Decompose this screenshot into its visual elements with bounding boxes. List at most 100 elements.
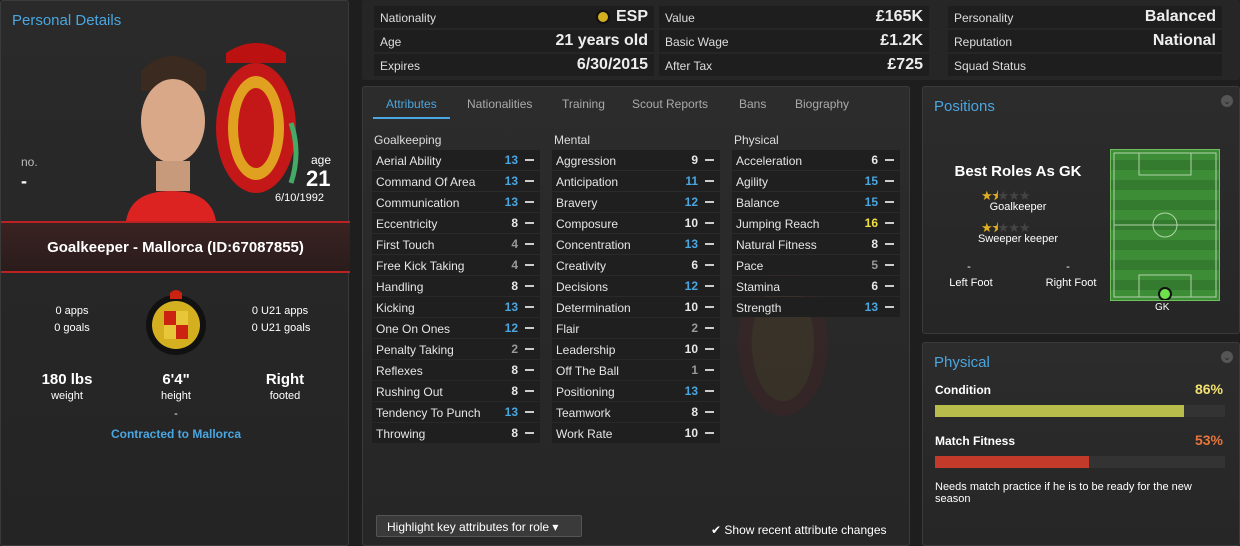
attribute-row[interactable]: Positioning 13: [552, 381, 720, 401]
show-recent-checkbox[interactable]: ✔ Show recent attribute changes: [711, 523, 887, 537]
attribute-row[interactable]: Off The Ball 1: [552, 360, 720, 380]
attribute-row[interactable]: Penalty Taking 2: [372, 339, 540, 359]
age-top-value: 21 years old: [555, 32, 649, 49]
nationality-value[interactable]: ESP: [616, 8, 648, 26]
shirt-number-label: no.: [21, 155, 38, 169]
expires-label: Expires: [380, 59, 421, 73]
attribute-row[interactable]: Anticipation 11: [552, 171, 720, 191]
attribute-row[interactable]: Creativity 6: [552, 255, 720, 275]
highlight-role-button[interactable]: Highlight key attributes for role ▾: [376, 515, 582, 537]
attribute-name: Composure: [556, 217, 619, 231]
tab-nationalities[interactable]: Nationalities: [467, 97, 532, 111]
tab-scout-reports[interactable]: Scout Reports: [632, 97, 708, 111]
attribute-value: 15: [864, 174, 878, 188]
reputation-value: National: [1152, 32, 1216, 49]
attribute-name: Jumping Reach: [736, 217, 820, 231]
condition-label: Condition: [935, 383, 991, 397]
flag-icon: [596, 10, 610, 24]
attribute-row[interactable]: Bravery 12: [552, 192, 720, 212]
attribute-row[interactable]: Determination 10: [552, 297, 720, 317]
attribute-name: Free Kick Taking: [376, 259, 465, 273]
height-value: 6'4": [162, 371, 190, 388]
gk-position-label: GK: [1155, 302, 1170, 313]
attribute-row[interactable]: Teamwork 8: [552, 402, 720, 422]
tab-training[interactable]: Training: [562, 97, 605, 111]
attribute-value: 4: [511, 237, 518, 251]
attribute-row[interactable]: Acceleration 6: [732, 150, 900, 170]
attribute-name: Aggression: [556, 154, 617, 168]
attribute-row[interactable]: Rushing Out 8: [372, 381, 540, 401]
tab-biography[interactable]: Biography: [795, 97, 849, 111]
wage-label: Basic Wage: [665, 35, 729, 49]
attribute-value: 13: [504, 300, 518, 314]
attribute-name: Rushing Out: [376, 385, 443, 399]
tab-bans[interactable]: Bans: [739, 97, 766, 111]
attribute-row[interactable]: One On Ones 12: [372, 318, 540, 338]
attribute-row[interactable]: Tendency To Punch 13: [372, 402, 540, 422]
fitness-bar: [935, 456, 1225, 468]
attribute-row[interactable]: Balance 15: [732, 192, 900, 212]
shirt-number-value: -: [21, 171, 27, 191]
attribute-name: Tendency To Punch: [376, 406, 481, 420]
attribute-row[interactable]: Natural Fitness 8: [732, 234, 900, 254]
nationality-row: Nationality ESP: [374, 6, 654, 28]
fitness-label: Match Fitness: [935, 434, 1016, 448]
attribute-row[interactable]: First Touch 4: [372, 234, 540, 254]
attribute-value: 6: [691, 258, 698, 272]
attribute-row[interactable]: Agility 15: [732, 171, 900, 191]
age-value: 21: [306, 166, 331, 191]
value-row: Value £165K: [659, 6, 929, 28]
condition-bar-fill: [935, 405, 1185, 417]
no-change-icon: [525, 411, 534, 413]
attribute-row[interactable]: Work Rate 10: [552, 423, 720, 443]
attribute-name: Eccentricity: [376, 217, 438, 231]
attribute-row[interactable]: Communication 13: [372, 192, 540, 212]
attribute-row[interactable]: Pace 5: [732, 255, 900, 275]
attribute-row[interactable]: Flair 2: [552, 318, 720, 338]
attribute-name: Positioning: [556, 385, 615, 399]
collapse-icon[interactable]: ⌄: [1221, 351, 1233, 363]
attribute-row[interactable]: Jumping Reach 16: [732, 213, 900, 233]
age-top-label: Age: [380, 35, 402, 49]
attribute-row[interactable]: Decisions 12: [552, 276, 720, 296]
attribute-row[interactable]: Handling 8: [372, 276, 540, 296]
attribute-name: Pace: [736, 259, 764, 273]
personality-value: Balanced: [1144, 8, 1216, 25]
attribute-row[interactable]: Free Kick Taking 4: [372, 255, 540, 275]
attribute-row[interactable]: Eccentricity 8: [372, 213, 540, 233]
attribute-row[interactable]: Kicking 13: [372, 297, 540, 317]
value-value: £165K: [875, 8, 923, 25]
role-band: Goalkeeper - Mallorca (ID:67087855): [1, 221, 350, 273]
top-info-bar: Nationality ESP Age 21 years old Expires…: [362, 0, 1240, 80]
attribute-name: Concentration: [556, 238, 631, 252]
attribute-name: One On Ones: [376, 322, 451, 336]
attribute-row[interactable]: Leadership 10: [552, 339, 720, 359]
attribute-row[interactable]: Strength 13: [732, 297, 900, 317]
attribute-value: 13: [504, 405, 518, 419]
attribute-value: 13: [684, 384, 698, 398]
tab-attributes[interactable]: Attributes: [373, 97, 450, 119]
physical-title: Physical: [934, 354, 990, 371]
attribute-row[interactable]: Concentration 13: [552, 234, 720, 254]
club-crest-icon: [216, 43, 299, 193]
no-change-icon: [705, 411, 714, 413]
no-change-icon: [705, 285, 714, 287]
reputation-label: Reputation: [954, 35, 1013, 49]
contract-link[interactable]: Contracted to Mallorca: [61, 427, 291, 441]
attribute-value: 10: [684, 426, 698, 440]
no-change-icon: [705, 432, 714, 434]
personality-row: Personality Balanced: [948, 6, 1222, 28]
best-roles-title: Best Roles As GK: [954, 163, 1082, 180]
collapse-icon[interactable]: ⌄: [1221, 95, 1233, 107]
attribute-row[interactable]: Reflexes 8: [372, 360, 540, 380]
attribute-row[interactable]: Aerial Ability 13: [372, 150, 540, 170]
tax-label: After Tax: [665, 59, 713, 73]
attribute-row[interactable]: Aggression 9: [552, 150, 720, 170]
weight-value: 180 lbs: [41, 371, 93, 388]
attribute-row[interactable]: Composure 10: [552, 213, 720, 233]
attribute-row[interactable]: Stamina 6: [732, 276, 900, 296]
role-line[interactable]: Goalkeeper - Mallorca (ID:67087855): [1, 239, 350, 256]
no-change-icon: [525, 285, 534, 287]
attribute-row[interactable]: Throwing 8: [372, 423, 540, 443]
attribute-row[interactable]: Command Of Area 13: [372, 171, 540, 191]
